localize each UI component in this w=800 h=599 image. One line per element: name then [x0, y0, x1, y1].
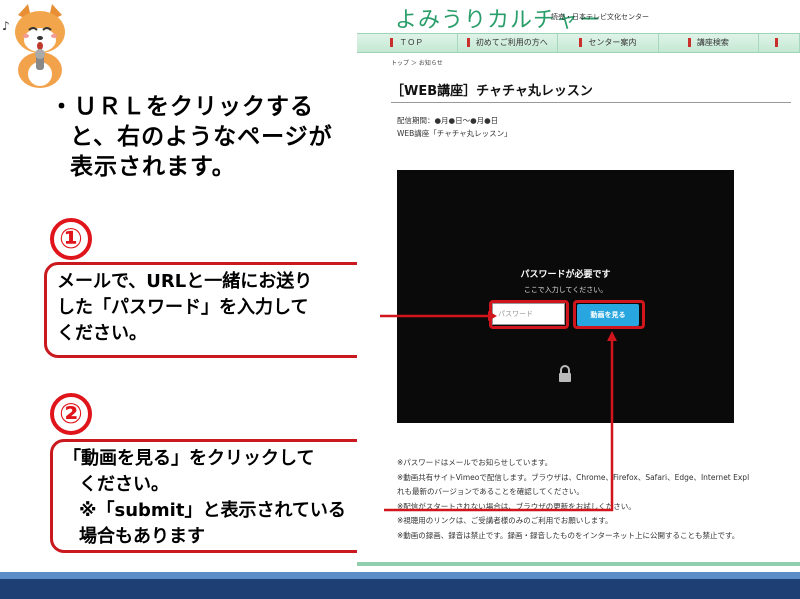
nav-more[interactable] [759, 34, 800, 52]
site-nav: ＴＯＰ 初めてご利用の方へ センター案内 講座検索 [357, 33, 800, 53]
step-1-line-1: メールで、URLと一緒にお送り [57, 271, 313, 292]
note-2: ※動画共有サイトVimeoで配信します。ブラウザは、Chrome、Firefox… [397, 472, 750, 482]
step-1-box: メールで、URLと一緒にお送り した「パスワード」を入力して ください。 [44, 262, 380, 358]
website-screenshot: よみうりカルチャー 読売・日本テレビ文化センター ＴＯＰ 初めてご利用の方へ セ… [357, 0, 800, 566]
nav-first-time[interactable]: 初めてご利用の方へ [458, 34, 559, 52]
footer-stripe-dark [0, 579, 800, 599]
note-3: れも最新のバージョンであることを確認してください。 [397, 487, 584, 496]
step-1-number: ① [50, 218, 92, 260]
instruction-line-1: ・ＵＲＬをクリックする [50, 94, 314, 120]
shiba-mascot-icon: ♪ [2, 4, 65, 88]
svg-text:♪: ♪ [2, 19, 10, 33]
instruction-line-3: 表示されます。 [70, 154, 236, 180]
delivery-period: 配信期間：●月●日～●月●日 [397, 116, 499, 125]
note-1: ※パスワードはメールでお知らせしています。 [397, 458, 553, 467]
step-2-number: ② [50, 393, 92, 435]
breadcrumb[interactable]: トップ ＞ お知らせ [391, 58, 443, 67]
footer-stripe-light [0, 572, 800, 579]
step-1-line-2: した「パスワード」を入力して [57, 297, 309, 318]
step-2-line-4: 場合もあります [79, 526, 205, 547]
note-5: ※視聴用のリンクは、ご受講者様のみのご利用でお願いします。 [397, 516, 613, 525]
password-required-title: パスワードが必要です [520, 270, 611, 280]
lock-icon [559, 365, 571, 382]
notes: ※パスワードはメールでお知らせしています。 ※動画共有サイトVimeoで配信しま… [397, 456, 749, 543]
instruction-line-2: と、右のようなページが [70, 124, 333, 150]
course-name: WEB講座「チャチャ丸レッスン」 [397, 129, 512, 138]
nav-course-search[interactable]: 講座検索 [659, 34, 760, 52]
site-bottom-bar [357, 562, 800, 566]
nav-top[interactable]: ＴＯＰ [357, 34, 458, 52]
site-logo-subtitle: 読売・日本テレビ文化センター [551, 13, 649, 21]
note-4: ※配信がスタートされない場合は、ブラウザの更新をお試しください。 [397, 501, 636, 511]
page-meta: 配信期間：●月●日～●月●日 WEB講座「チャチャ丸レッスン」 [397, 114, 512, 140]
password-highlight [489, 300, 569, 329]
page-title: ［WEB講座］チャチャ丸レッスン [391, 80, 791, 103]
step-1-line-3: ください。 [57, 323, 147, 344]
instruction-text: ・ＵＲＬをクリックする と、右のようなページが 表示されます。 [50, 92, 370, 182]
step-2-box: 「動画を見る」をクリックして ください。 ※「submit」と表示されている 場… [50, 439, 384, 553]
password-prompt: ここで入力してください。 [523, 286, 608, 294]
note-6: ※動画の録画、録音は禁止です。録画・録音したものをインターネット上に公開すること… [397, 530, 740, 540]
step-2-line-3: ※「submit」と表示されている [79, 500, 346, 521]
step-2-line-1: 「動画を見る」をクリックして [63, 448, 315, 469]
button-highlight [573, 300, 645, 329]
nav-center-info[interactable]: センター案内 [558, 34, 659, 52]
step-2-line-2: ください。 [79, 474, 169, 495]
video-player: パスワードが必要です ここで入力してください。 パスワード 動画を見る [397, 170, 734, 423]
